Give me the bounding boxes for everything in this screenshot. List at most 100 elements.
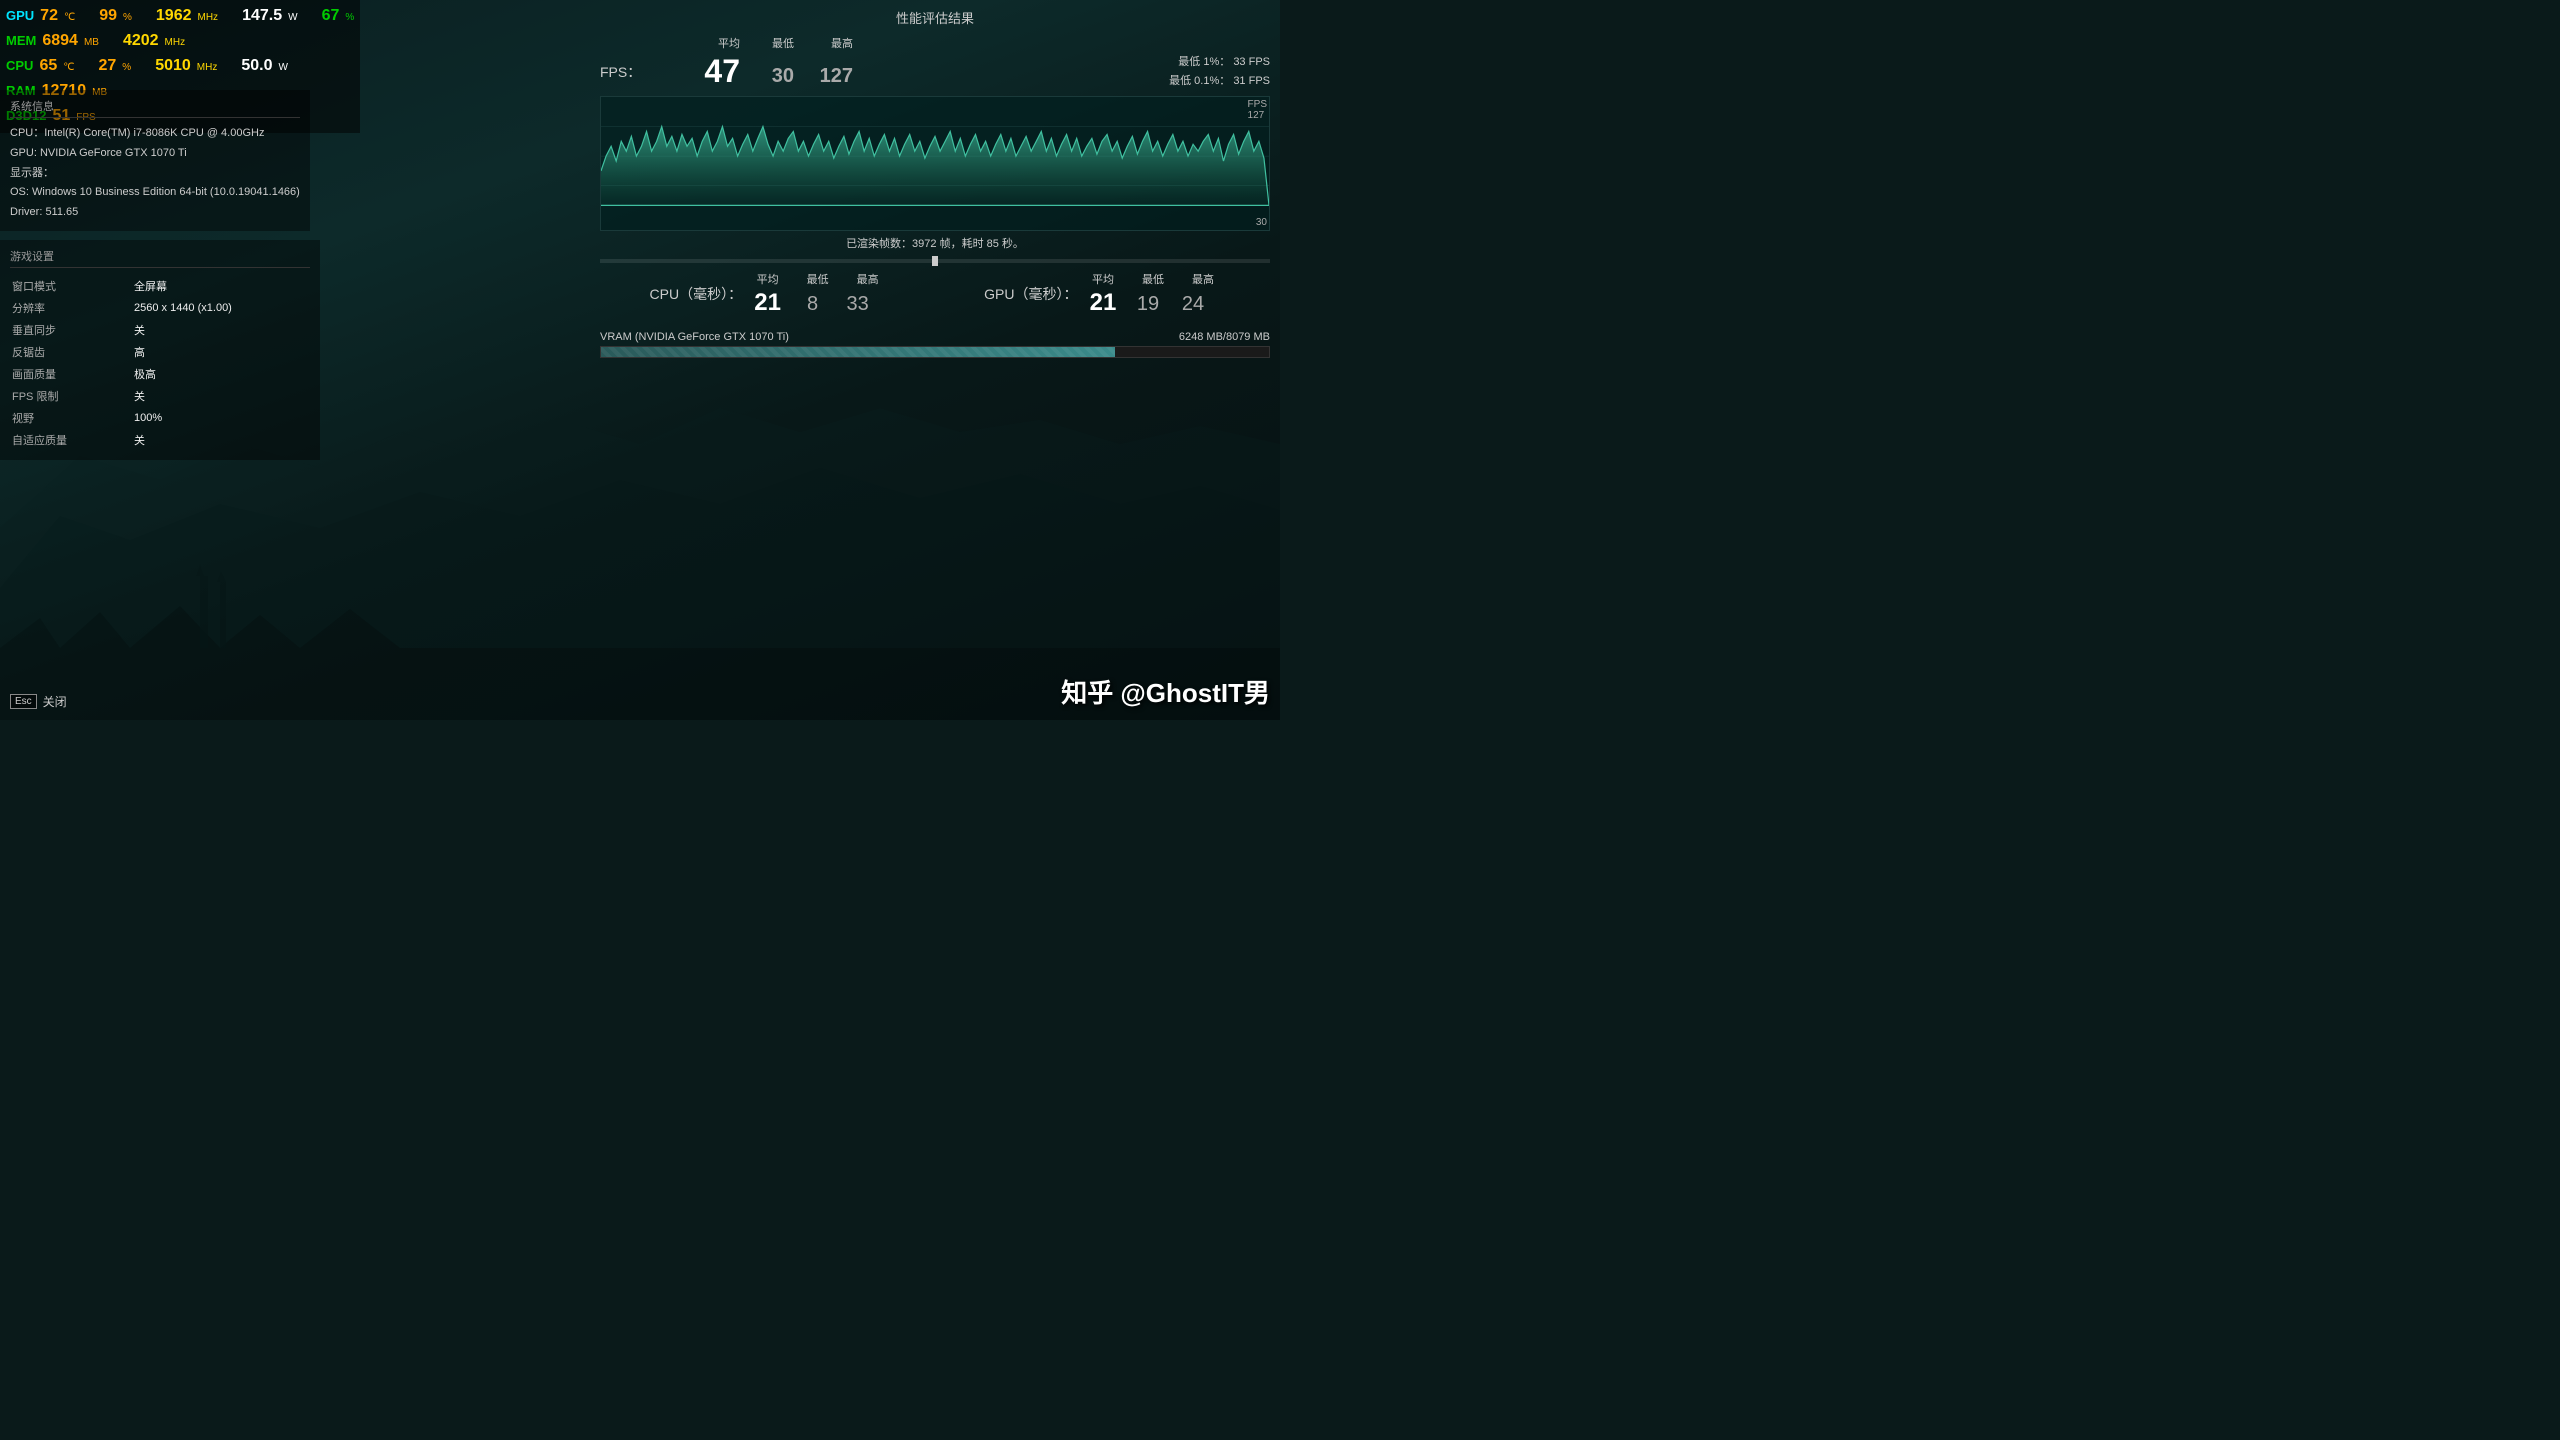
cpu-power-unit: W [278,60,287,75]
cpu-max-header: 最高 [850,271,885,287]
fps-min: 30 [744,65,794,88]
settings-value: 关 [134,430,308,450]
cpu-usage-unit: % [122,60,131,75]
settings-row: 反锯齿高 [12,342,308,362]
os-info: OS: Windows 10 Business Edition 64-bit (… [10,183,300,203]
cpu-gpu-stats: CPU（毫秒）： 平均 最低 最高 21 8 33 GPU（毫秒）： 平均 [600,271,1270,317]
settings-row: 分辨率2560 x 1440 (x1.00) [12,298,308,318]
vram-label: VRAM (NVIDIA GeForce GTX 1070 Ti) [600,331,789,343]
cpu-avg-val: 21 [750,289,785,317]
fps-low01-line: 最低 0.1%： 31 FPS [1169,72,1270,91]
chart-fps-bottom: 30 [1256,217,1267,228]
settings-key: FPS 限制 [12,386,132,406]
gpu-power-unit: W [288,10,297,25]
gpu-info: GPU: NVIDIA GeForce GTX 1070 Ti [10,144,300,164]
fps-low1-label: 最低 1%： [1178,56,1230,68]
mem-unit: MB [84,35,99,50]
max-header: 最高 [798,35,853,51]
display-info: 显示器： [10,164,300,184]
gpu-min-val: 19 [1130,293,1165,316]
avg-header: 平均 [670,35,740,51]
cpu-temp-val: 65 [39,54,57,78]
cpu-min-val: 8 [795,293,830,316]
esc-box: Esc [10,694,37,709]
mem-label: MEM [6,31,36,51]
fps-low01-label: 最低 0.1%： [1169,75,1230,87]
settings-value: 全屏幕 [134,276,308,296]
perf-panel: 性能评估结果 平均 最低 最高 FPS： 47 30 127 最低 1%： 33… [590,0,1280,370]
cpu-clock-val: 5010 [155,54,191,78]
settings-row: 垂直同步关 [12,320,308,340]
cpu-usage-val: 27 [98,54,116,78]
fps-column-headers: 平均 最低 最高 [600,35,1270,51]
cpu-ms-group: CPU（毫秒）： 平均 最低 最高 21 8 33 [650,271,886,317]
cpu-temp-unit: ℃ [63,60,74,75]
system-info-panel: 系统信息 CPU：Intel(R) Core(TM) i7-8086K CPU … [0,90,310,231]
mem-row: MEM 6894MB 4202MHz [6,29,354,53]
gpu-label: GPU [6,6,34,26]
cpu-avg-header: 平均 [750,271,785,287]
gpu-vram-val: 67 [322,4,340,28]
settings-row: 自适应质量关 [12,430,308,450]
driver-info: Driver: 511.65 [10,203,300,223]
settings-key: 反锯齿 [12,342,132,362]
chart-fps-top-val: 127 [1248,110,1265,121]
gpu-power-val: 147.5 [242,4,282,28]
fps-low1-val: 33 FPS [1233,56,1270,68]
settings-value: 100% [134,408,308,428]
settings-row: FPS 限制关 [12,386,308,406]
cpu-ms-label: CPU（毫秒）： [650,284,743,304]
esc-close[interactable]: Esc 关闭 [10,693,67,710]
gpu-usage-val: 99 [99,4,117,28]
timeline-marker[interactable] [932,256,938,266]
fps-chart: FPS 127 30 [600,96,1270,231]
mem-clock-val: 4202 [123,29,159,53]
cpu-power-val: 50.0 [241,54,272,78]
cpu-label: CPU [6,56,33,76]
gpu-usage-unit: % [123,10,132,25]
cpu-max-val: 33 [840,293,875,316]
cpu-ms-headers: 平均 最低 最高 [750,271,885,287]
settings-key: 垂直同步 [12,320,132,340]
settings-row: 窗口模式全屏幕 [12,276,308,296]
gpu-min-header: 最低 [1135,271,1170,287]
gpu-ms-group: GPU（毫秒）： 平均 最低 最高 21 19 24 [984,271,1220,317]
cpu-clock-unit: MHz [197,60,218,75]
mem-val: 6894 [42,29,78,53]
settings-row: 画面质量极高 [12,364,308,384]
fps-chart-svg [601,97,1269,230]
gpu-vram-unit: % [345,10,354,25]
watermark: 知乎 @GhostIT男 [1061,673,1270,710]
fps-label: FPS： [600,62,660,82]
gpu-max-val: 24 [1175,293,1210,316]
gpu-temp-unit: ℃ [64,10,75,25]
cpu-info: CPU：Intel(R) Core(TM) i7-8086K CPU @ 4.0… [10,124,300,144]
gpu-ms-headers: 平均 最低 最高 [1085,271,1220,287]
gpu-clock-unit: MHz [198,10,219,25]
vram-section: VRAM (NVIDIA GeForce GTX 1070 Ti) 6248 M… [600,327,1270,362]
settings-value: 关 [134,386,308,406]
vram-bar-stripes [601,347,1115,357]
gpu-row: GPU 72℃ 99% 1962MHz 147.5W 67% [6,4,354,28]
gpu-avg-val: 21 [1085,289,1120,317]
game-settings-title: 游戏设置 [10,248,310,268]
gpu-ms-label: GPU（毫秒）： [984,284,1077,304]
vram-bar-bg [600,346,1270,358]
min-header: 最低 [744,35,794,51]
settings-value: 2560 x 1440 (x1.00) [134,298,308,318]
fps-low01-val: 31 FPS [1233,75,1270,87]
fps-max: 127 [798,65,853,88]
settings-key: 画面质量 [12,364,132,384]
close-label: 关闭 [43,693,67,710]
settings-key: 窗口模式 [12,276,132,296]
fps-stats-row: FPS： 47 30 127 最低 1%： 33 FPS 最低 0.1%： 31… [600,53,1270,90]
system-info-title: 系统信息 [10,98,300,118]
fps-avg: 47 [670,53,740,90]
timeline[interactable] [600,259,1270,263]
gpu-max-header: 最高 [1185,271,1220,287]
vram-header: VRAM (NVIDIA GeForce GTX 1070 Ti) 6248 M… [600,331,1270,343]
gpu-avg-header: 平均 [1085,271,1120,287]
settings-row: 视野100% [12,408,308,428]
cpu-ms-values: 平均 最低 最高 21 8 33 [750,271,885,317]
gpu-clock-val: 1962 [156,4,192,28]
